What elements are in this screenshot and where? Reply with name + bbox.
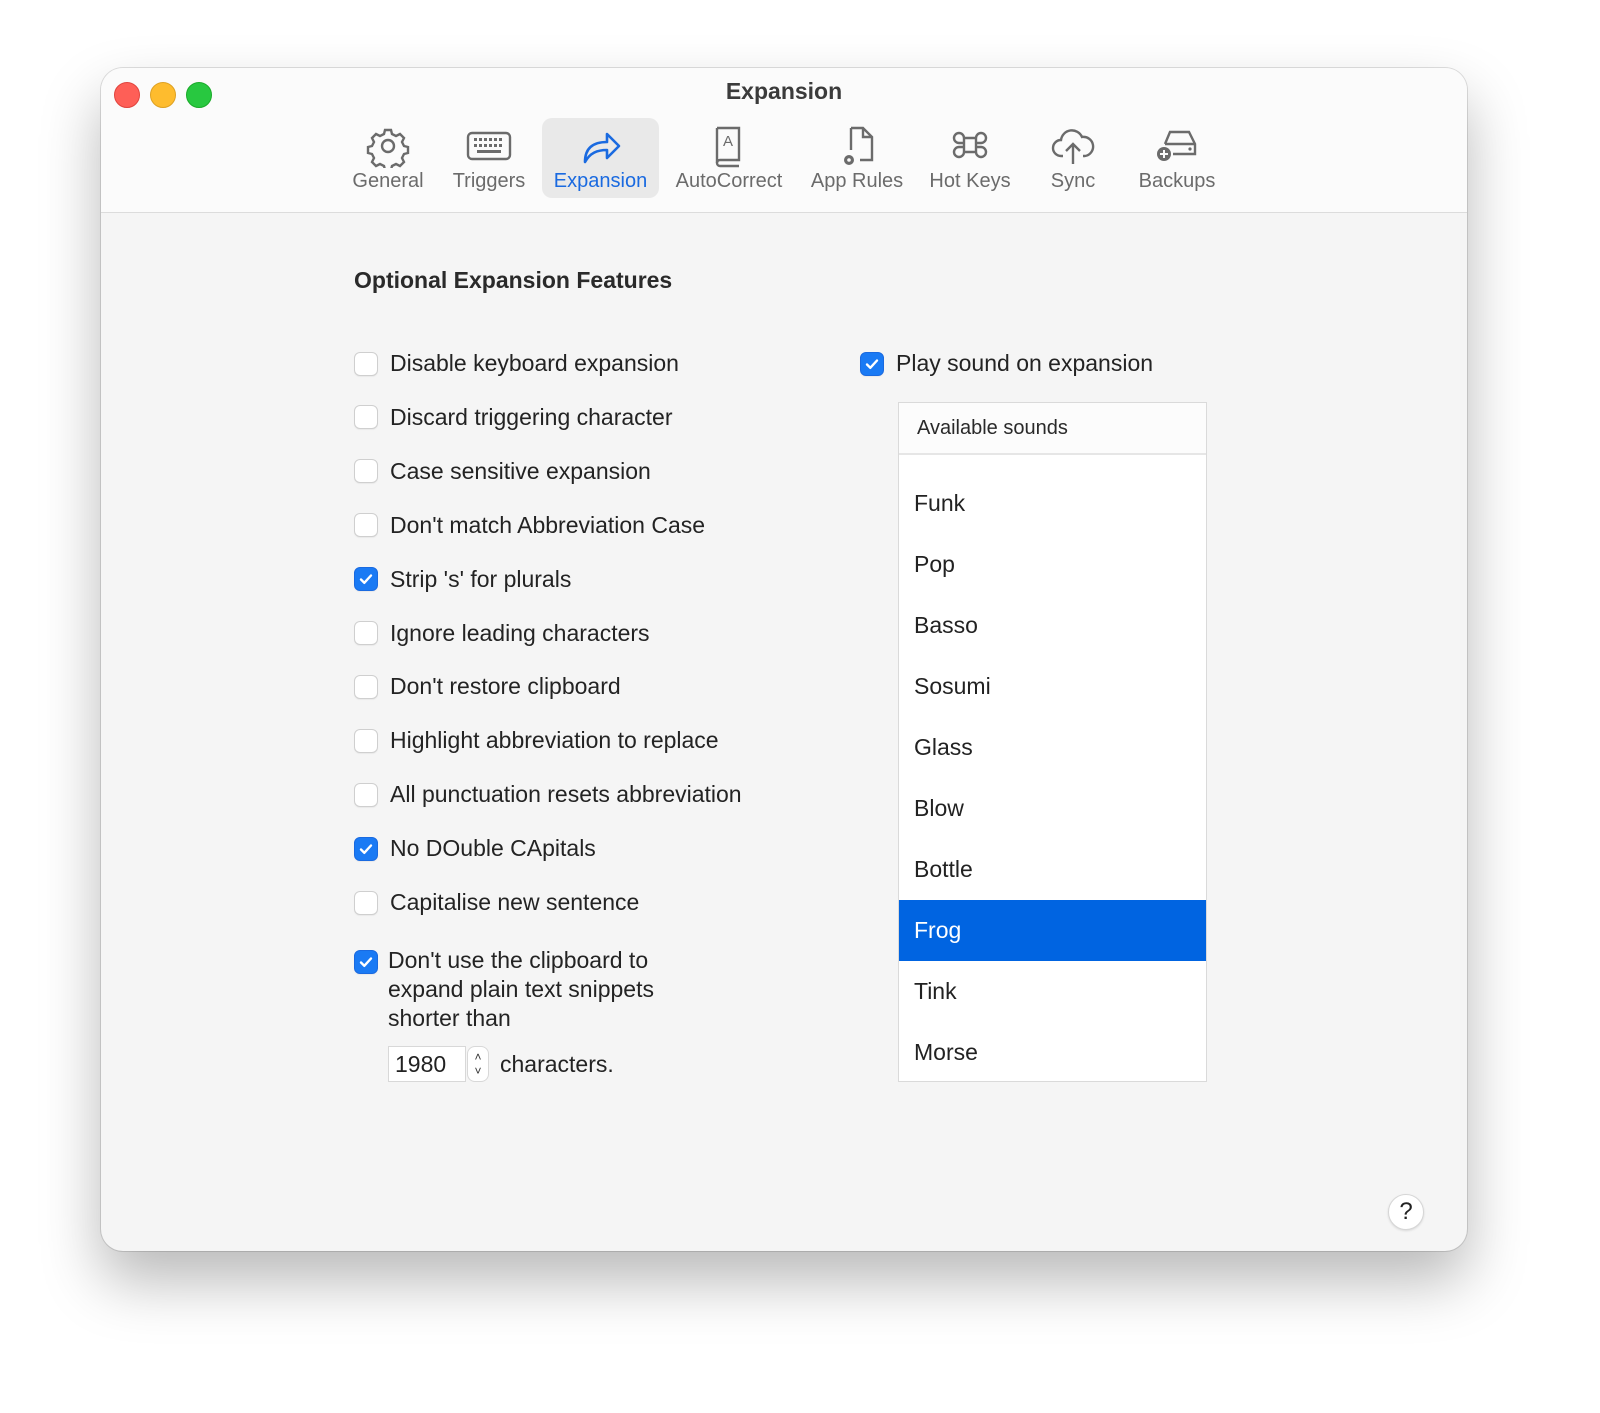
tab-label: AutoCorrect [675, 170, 783, 192]
svg-text:A: A [723, 133, 733, 150]
option-label: Case sensitive expansion [390, 457, 651, 484]
character-threshold-input[interactable] [388, 1046, 466, 1082]
tab-label: General [352, 170, 424, 192]
section-title: Optional Expansion Features [354, 267, 673, 293]
tab-sync[interactable]: Sync [1038, 118, 1108, 198]
option-checkbox[interactable] [354, 890, 378, 915]
available-sounds-list[interactable]: Available sounds Funk Pop Basso Sosumi Glass… [898, 402, 1207, 1082]
sounds-column-header: Available sounds [899, 403, 1206, 455]
option-checkbox[interactable] [354, 728, 378, 753]
option-label: Disable keyboard expansion [390, 350, 679, 376]
option-row[interactable]: All punctuation resets abbreviation [354, 781, 742, 808]
tab-label: Sync [1050, 170, 1096, 192]
help-button[interactable]: ? [1388, 1194, 1424, 1230]
checkmark-icon [359, 843, 373, 854]
drive-add-icon [1157, 130, 1197, 161]
cloud-upload-icon [1051, 129, 1095, 164]
option-label: All punctuation resets abbreviation [390, 781, 742, 808]
window-title: Expansion [725, 78, 843, 104]
clipboard-threshold-checkbox[interactable] [354, 950, 378, 974]
option-label: Capitalise new sentence [390, 889, 640, 915]
characters-suffix: characters. [500, 1050, 614, 1077]
option-checkbox[interactable] [354, 459, 378, 484]
tab-expansion[interactable]: Expansion [542, 118, 659, 198]
tab-general[interactable]: General [343, 118, 433, 198]
option-row[interactable]: No DOuble CApitals [354, 835, 596, 862]
clipboard-threshold-label: Don't use the clipboard to expand plain … [388, 947, 654, 1031]
option-label: Don't match Abbreviation Case [390, 511, 706, 538]
play-sound-label: Play sound on expansion [896, 350, 1154, 376]
sound-list-item[interactable]: Glass [899, 717, 1206, 778]
keyboard-icon [466, 131, 512, 161]
sound-list-item[interactable]: Morse [899, 1022, 1206, 1081]
sound-list-item[interactable]: Sosumi [899, 656, 1206, 717]
option-checkbox[interactable] [354, 567, 378, 592]
document-gear-icon [844, 126, 874, 165]
play-sound-checkbox[interactable] [860, 351, 884, 376]
tab-hot-keys[interactable]: Hot Keys [923, 118, 1017, 198]
option-row[interactable]: Don't restore clipboard [354, 673, 621, 700]
sound-list-item[interactable]: Bottle [899, 839, 1206, 900]
option-checkbox[interactable] [354, 405, 378, 430]
option-checkbox[interactable] [354, 513, 378, 538]
tab-app-rules[interactable]: App Rules [807, 118, 907, 198]
option-label: Discard triggering character [390, 403, 673, 430]
option-label: Strip 's' for plurals [390, 565, 572, 592]
tab-autocorrect[interactable]: A AutoCorrect [669, 118, 789, 198]
titlebar: Expansion General Triggers Expansion A A… [101, 68, 1467, 213]
tab-label: App Rules [810, 170, 904, 192]
character-threshold-stepper[interactable]: ˄ ˅ [467, 1046, 489, 1082]
tab-label: Triggers [452, 170, 526, 192]
option-checkbox[interactable] [354, 836, 378, 861]
option-row[interactable]: Highlight abbreviation to replace [354, 727, 719, 754]
option-row[interactable]: Disable keyboard expansion [354, 350, 679, 377]
stepper-up-icon[interactable]: ˄ [474, 1050, 481, 1064]
option-row[interactable]: Case sensitive expansion [354, 458, 651, 485]
checkmark-icon [359, 957, 373, 967]
clipboard-threshold-option[interactable]: Don't use the clipboard to expand plain … [354, 946, 708, 1033]
option-row[interactable]: Strip 's' for plurals [354, 566, 571, 593]
sound-list-item[interactable]: Blow [899, 778, 1206, 839]
option-checkbox[interactable] [354, 782, 378, 807]
option-checkbox[interactable] [354, 351, 378, 376]
sound-list-item[interactable]: Pop [899, 534, 1206, 595]
tab-label: Expansion [553, 170, 648, 192]
sound-list-item[interactable]: Tink [899, 961, 1206, 1022]
option-label: No DOuble CApitals [390, 835, 596, 862]
dictionary-book-icon: A [715, 126, 741, 168]
checkmark-icon [865, 358, 879, 369]
tab-label: Backups [1138, 170, 1216, 192]
sound-list-item[interactable]: Basso [899, 595, 1206, 656]
option-row[interactable]: Don't match Abbreviation Case [354, 512, 705, 539]
tab-label: Hot Keys [929, 170, 1011, 192]
option-checkbox[interactable] [354, 674, 378, 699]
checkmark-icon [359, 574, 373, 585]
sound-list-item[interactable]: Funk [899, 473, 1206, 534]
gear-icon [366, 128, 410, 168]
tab-triggers[interactable]: Triggers [443, 118, 535, 198]
stepper-down-icon[interactable]: ˅ [474, 1064, 481, 1078]
option-row[interactable]: Ignore leading characters [354, 620, 650, 647]
play-sound-option[interactable]: Play sound on expansion [860, 350, 1153, 377]
option-row[interactable]: Capitalise new sentence [354, 889, 639, 916]
preferences-window: Expansion General Triggers Expansion A A… [101, 68, 1467, 1251]
sound-list-item[interactable]: Frog [899, 900, 1206, 961]
option-row[interactable]: Discard triggering character [354, 404, 673, 431]
option-checkbox[interactable] [354, 621, 378, 645]
option-label: Ignore leading characters [390, 619, 650, 646]
option-label: Don't restore clipboard [390, 673, 621, 700]
expansion-settings-panel: Optional Expansion Features Disable keyb… [101, 213, 1467, 1251]
preferences-toolbar: General Triggers Expansion A AutoCorrect… [101, 118, 1467, 200]
share-arrow-icon [583, 132, 620, 164]
tab-backups[interactable]: Backups [1129, 118, 1225, 198]
command-key-icon [952, 131, 988, 159]
character-threshold-control: ˄ ˅ characters. [388, 1046, 614, 1082]
option-label: Highlight abbreviation to replace [390, 727, 719, 754]
